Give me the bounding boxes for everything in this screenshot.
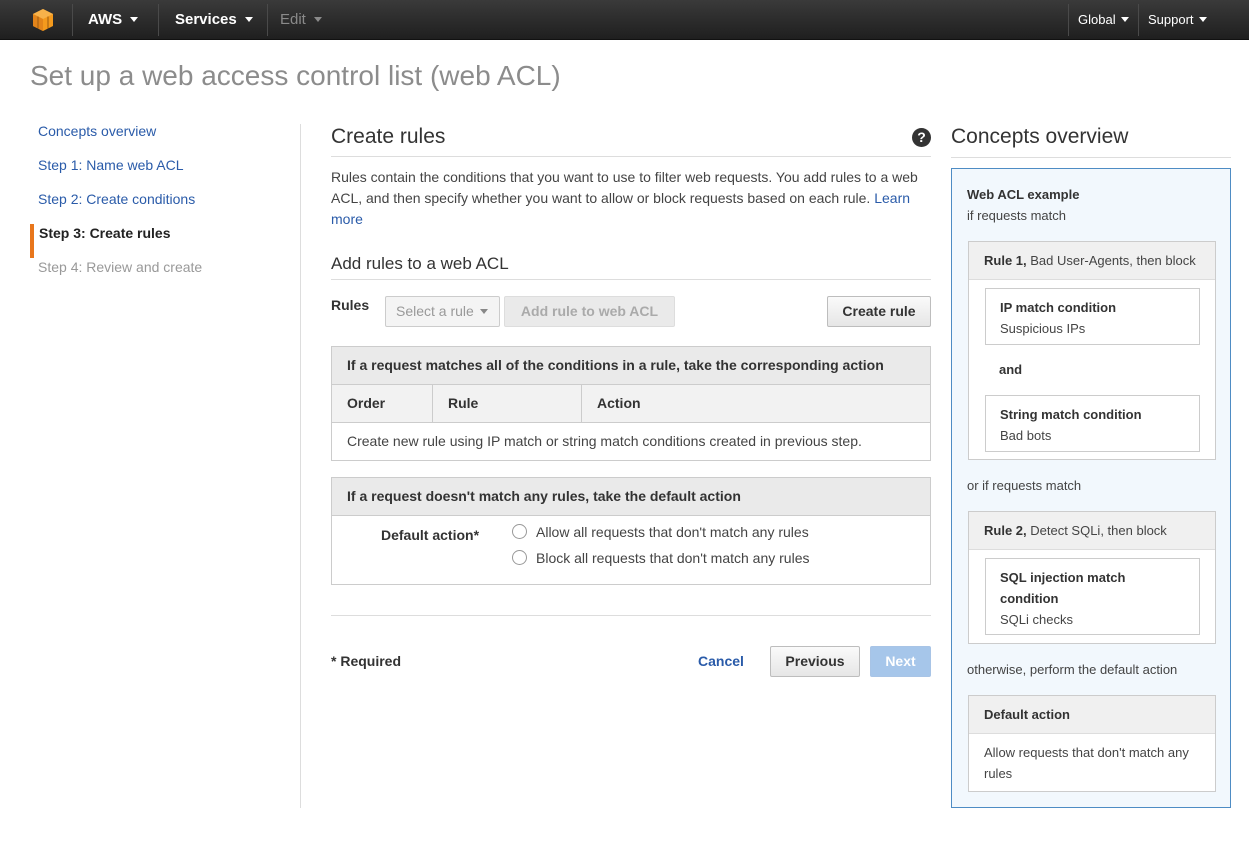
chevron-down-icon <box>1198 17 1207 23</box>
column-action[interactable]: Action <box>582 385 930 422</box>
string-match-condition-box: String match condition Bad bots <box>985 395 1200 452</box>
rule-1-name: Rule 1, <box>984 253 1027 268</box>
rules-description: Rules contain the conditions that you wa… <box>331 167 931 230</box>
rule-2-desc: Detect SQLi, then block <box>1026 523 1167 538</box>
string-condition-title: String match condition <box>1000 407 1142 422</box>
cancel-button[interactable]: Cancel <box>698 653 744 669</box>
sql-condition-title-line1: SQL injection match <box>1000 570 1126 585</box>
page-title: Set up a web access control list (web AC… <box>30 60 561 91</box>
chevron-down-icon <box>244 16 253 22</box>
chevron-down-icon <box>313 16 322 22</box>
description-text: Rules contain the conditions that you wa… <box>331 169 918 206</box>
if-requests-match-text: if requests match <box>967 208 1066 223</box>
otherwise-text: otherwise, perform the default action <box>967 662 1178 677</box>
chevron-down-icon <box>479 308 488 314</box>
nav-separator <box>158 4 159 36</box>
add-rules-heading: Add rules to a web ACL <box>331 247 931 280</box>
edit-menu-label: Edit <box>280 11 306 28</box>
rules-label: Rules <box>331 297 370 313</box>
rules-table-header: Order Rule Action <box>332 385 930 423</box>
chevron-down-icon <box>130 16 139 22</box>
default-action-panel: If a request doesn't match any rules, ta… <box>331 477 931 585</box>
wizard-steps: Concepts overview Step 1: Name web ACL S… <box>30 122 290 292</box>
sql-condition-title-line2: condition <box>1000 591 1059 606</box>
select-rule-dropdown[interactable]: Select a rule <box>385 296 500 327</box>
select-rule-placeholder: Select a rule <box>396 303 474 319</box>
example-title: Web ACL example <box>967 187 1080 202</box>
column-order[interactable]: Order <box>332 385 433 422</box>
default-action-text-line2: rules <box>984 766 1013 781</box>
section-title: Create rules <box>331 124 931 157</box>
ip-condition-value: Suspicious IPs <box>1000 321 1086 336</box>
required-note: * Required <box>331 653 402 669</box>
default-action-box-title: Default action <box>969 696 1215 734</box>
allow-all-radio[interactable] <box>512 524 527 540</box>
allow-all-radio-option[interactable]: Allow all requests that don't match any … <box>512 522 809 542</box>
step-create-conditions[interactable]: Step 2: Create conditions <box>30 190 290 224</box>
rule-1-desc: Bad User-Agents, then block <box>1026 253 1196 268</box>
main-content: Create rules ? Rules contain the conditi… <box>331 124 931 585</box>
chevron-down-icon <box>1120 17 1129 23</box>
string-condition-value: Bad bots <box>1000 428 1052 443</box>
nav-separator <box>267 4 268 36</box>
block-all-radio[interactable] <box>512 550 527 566</box>
rules-table-empty-message: Create new rule using IP match or string… <box>347 433 862 449</box>
footer-divider <box>331 615 931 616</box>
rules-toolbar: Rules Select a rule Add rule to web ACL … <box>331 296 931 346</box>
nav-separator <box>1138 4 1139 36</box>
allow-all-label: Allow all requests that don't match any … <box>536 524 809 540</box>
region-menu[interactable]: Global <box>1078 0 1129 40</box>
block-all-label: Block all requests that don't match any … <box>536 550 810 566</box>
block-all-radio-option[interactable]: Block all requests that don't match any … <box>512 548 809 568</box>
default-action-heading: If a request doesn't match any rules, ta… <box>332 478 930 516</box>
default-action-box-text: Allow requests that don't match any rule… <box>969 734 1215 784</box>
step-name-web-acl[interactable]: Step 1: Name web ACL <box>30 156 290 190</box>
aws-cube-icon[interactable] <box>31 8 55 32</box>
services-menu[interactable]: Services <box>175 0 253 40</box>
column-rule[interactable]: Rule <box>433 385 582 422</box>
support-menu[interactable]: Support <box>1148 0 1207 40</box>
top-nav: AWS Services Edit Global Support <box>0 0 1249 40</box>
rule-2-heading: Rule 2, Detect SQLi, then block <box>969 512 1215 550</box>
rule-1-heading: Rule 1, Bad User-Agents, then block <box>969 242 1215 280</box>
or-if-requests-match-text: or if requests match <box>967 478 1082 493</box>
and-label: and <box>999 362 1023 377</box>
vertical-divider <box>300 124 301 808</box>
sql-condition-value: SQLi checks <box>1000 612 1073 627</box>
help-icon[interactable]: ? <box>912 128 931 147</box>
step-create-rules: Step 3: Create rules <box>30 224 290 258</box>
ip-condition-title: IP match condition <box>1000 300 1117 315</box>
rules-table-panel: If a request matches all of the conditio… <box>331 346 931 461</box>
nav-separator <box>72 4 73 36</box>
default-action-text-line1: Allow requests that don't match any <box>984 745 1189 760</box>
edit-menu[interactable]: Edit <box>280 0 322 40</box>
concepts-example-box: Web ACL example if requests match Rule 1… <box>951 168 1231 808</box>
concepts-title: Concepts overview <box>951 124 1231 158</box>
aws-menu-label: AWS <box>88 11 123 28</box>
rule-2-box: Rule 2, Detect SQLi, then block SQL inje… <box>968 511 1216 644</box>
region-menu-label: Global <box>1078 12 1116 27</box>
default-action-box: Default action Allow requests that don't… <box>968 695 1216 792</box>
default-action-label: Default action* <box>381 527 480 543</box>
nav-separator <box>1068 4 1069 36</box>
step-review-and-create: Step 4: Review and create <box>38 259 203 275</box>
previous-button[interactable]: Previous <box>770 646 860 677</box>
ip-match-condition-box: IP match condition Suspicious IPs <box>985 288 1200 345</box>
rule-2-name: Rule 2, <box>984 523 1027 538</box>
rule-1-box: Rule 1, Bad User-Agents, then block IP m… <box>968 241 1216 460</box>
step-concepts-overview[interactable]: Concepts overview <box>30 122 290 156</box>
services-menu-label: Services <box>175 11 237 28</box>
default-action-body: Default action* Allow all requests that … <box>332 516 930 584</box>
next-button[interactable]: Next <box>870 646 931 677</box>
add-rule-to-web-acl-button[interactable]: Add rule to web ACL <box>504 296 675 327</box>
rules-table-heading: If a request matches all of the conditio… <box>332 347 930 385</box>
sql-injection-condition-box: SQL injection match condition SQLi check… <box>985 558 1200 635</box>
aws-menu[interactable]: AWS <box>88 0 139 40</box>
support-menu-label: Support <box>1148 12 1194 27</box>
create-rule-button[interactable]: Create rule <box>827 296 931 327</box>
